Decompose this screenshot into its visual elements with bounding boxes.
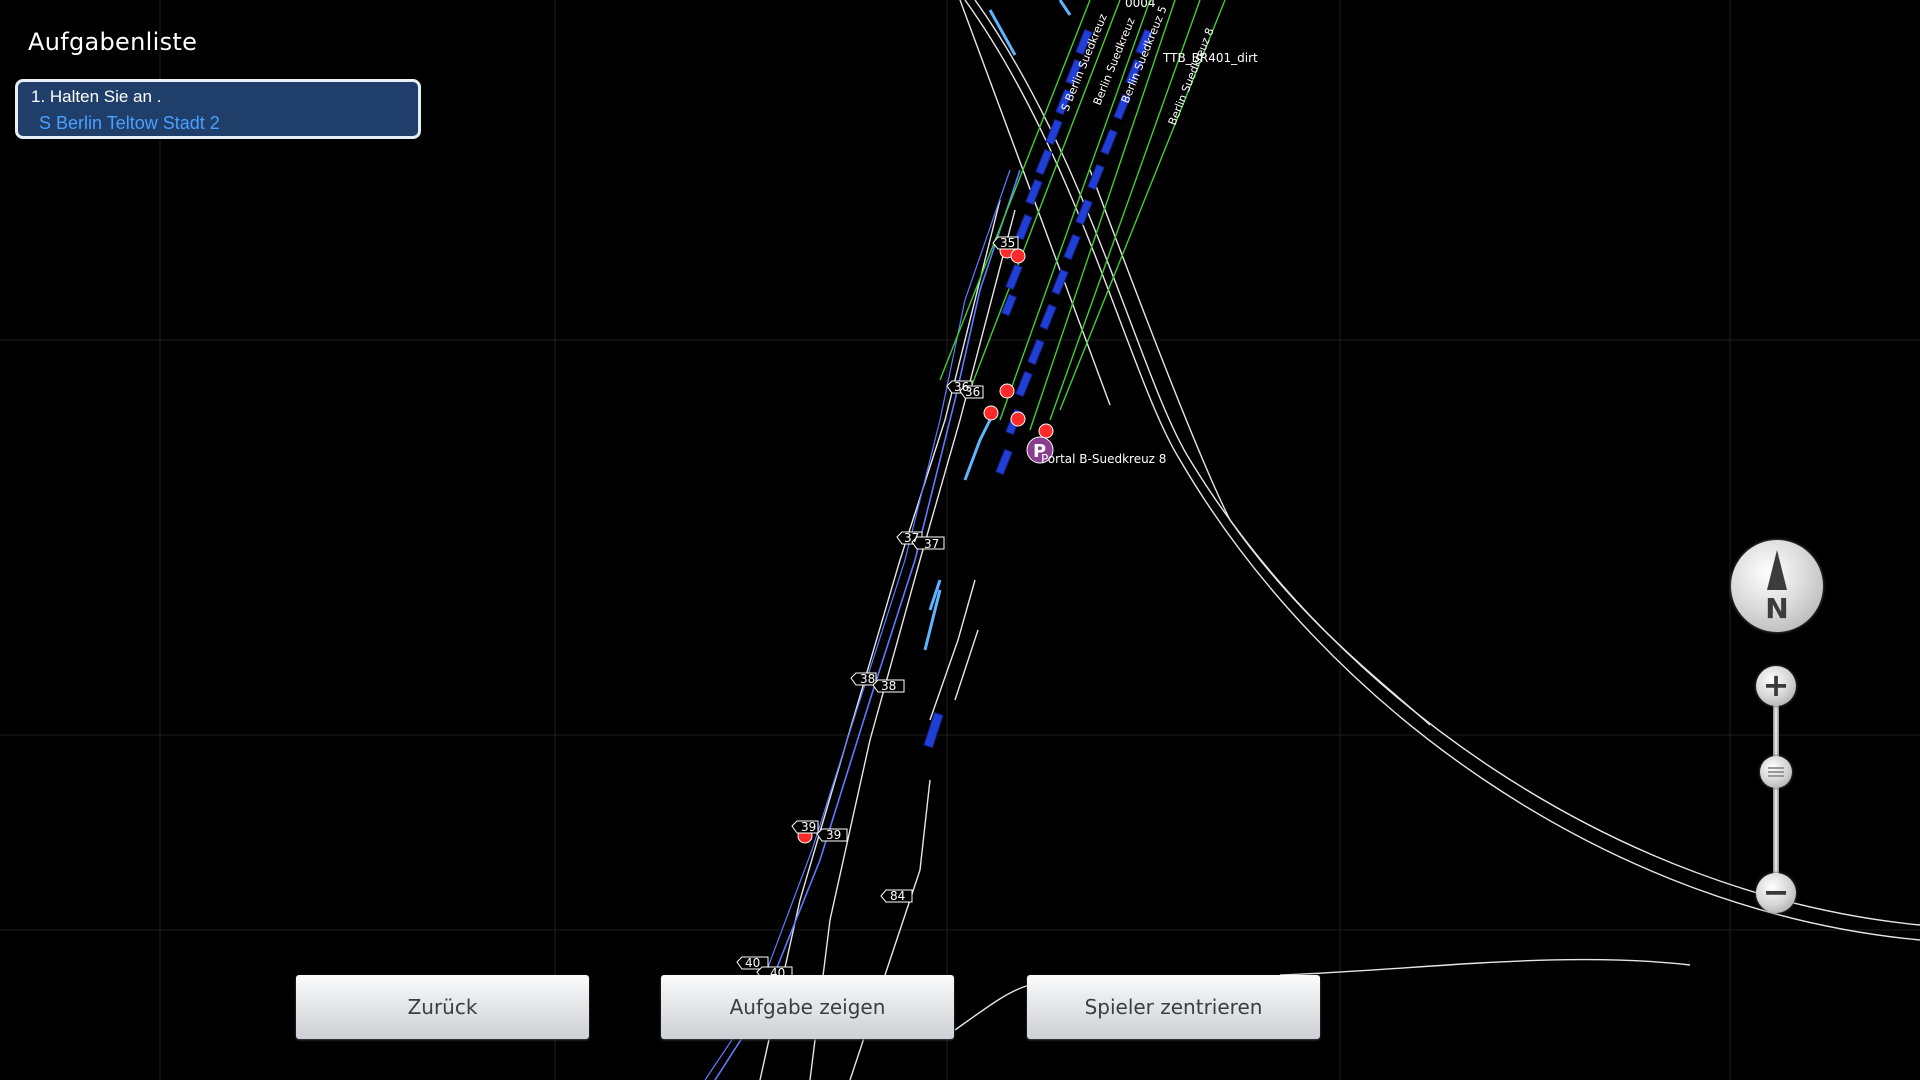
route-map[interactable]: 35 36 36 37 37 38 38 39 39 40 40 84 S Be… [0, 0, 1920, 1080]
train-car [1051, 268, 1069, 296]
svg-text:39: 39 [801, 820, 816, 834]
show-task-button[interactable]: Aufgabe zeigen [661, 975, 954, 1039]
signal-icon [1010, 411, 1026, 427]
map-grid [0, 0, 1920, 1080]
center-player-button[interactable]: Spieler zentrieren [1027, 975, 1320, 1039]
km-marker-labels: 35 36 36 37 37 38 38 39 39 40 40 84 [745, 236, 1015, 980]
zoom-slider-handle[interactable] [1760, 756, 1792, 788]
train-car [995, 448, 1013, 476]
svg-text:36: 36 [965, 385, 980, 399]
north-arrow-icon [1767, 550, 1787, 590]
km-markers [736, 236, 1019, 980]
task-item[interactable]: 1. Halten Sie an . S Berlin Teltow Stadt… [15, 79, 421, 139]
zoom-out-button[interactable]: − [1756, 873, 1796, 913]
compass-button[interactable]: N [1731, 540, 1823, 632]
compass-letter: N [1765, 592, 1789, 625]
train-car [1039, 303, 1057, 331]
svg-text:84: 84 [890, 889, 905, 903]
svg-text:40: 40 [745, 956, 760, 970]
train-car [1027, 338, 1045, 366]
train-car [1035, 148, 1053, 176]
svg-text:37: 37 [904, 531, 919, 545]
task-station-name: S Berlin Teltow Stadt 2 [39, 113, 220, 133]
portal-label: Portal B-Suedkreuz 8 [1041, 452, 1166, 466]
signal-icon [983, 405, 999, 421]
svg-text:35: 35 [1000, 236, 1015, 250]
zoom-slider-track[interactable] [1773, 690, 1779, 890]
train-car [1000, 293, 1018, 317]
signal-icon [999, 383, 1015, 399]
svg-text:39: 39 [826, 828, 841, 842]
train-car [1015, 370, 1033, 398]
signal-icon [1010, 248, 1026, 264]
train-car [1063, 233, 1081, 261]
svg-text:37: 37 [924, 537, 939, 551]
route-lines-blue [704, 0, 1072, 1080]
zoom-in-button[interactable]: + [1756, 666, 1796, 706]
train-car [1005, 263, 1023, 291]
back-button[interactable]: Zurück [296, 975, 589, 1039]
svg-text:38: 38 [860, 672, 875, 686]
task-step-text: 1. Halten Sie an . [31, 87, 162, 106]
track-label: 0004 [1125, 0, 1156, 10]
track-label: TTB_BR401_dirt [1162, 51, 1258, 65]
svg-text:38: 38 [881, 679, 896, 693]
signal-icon [1038, 423, 1054, 439]
task-list-title: Aufgabenliste [28, 28, 198, 56]
train-car [1075, 198, 1093, 226]
train-car [923, 711, 944, 749]
train-car [1100, 128, 1118, 156]
